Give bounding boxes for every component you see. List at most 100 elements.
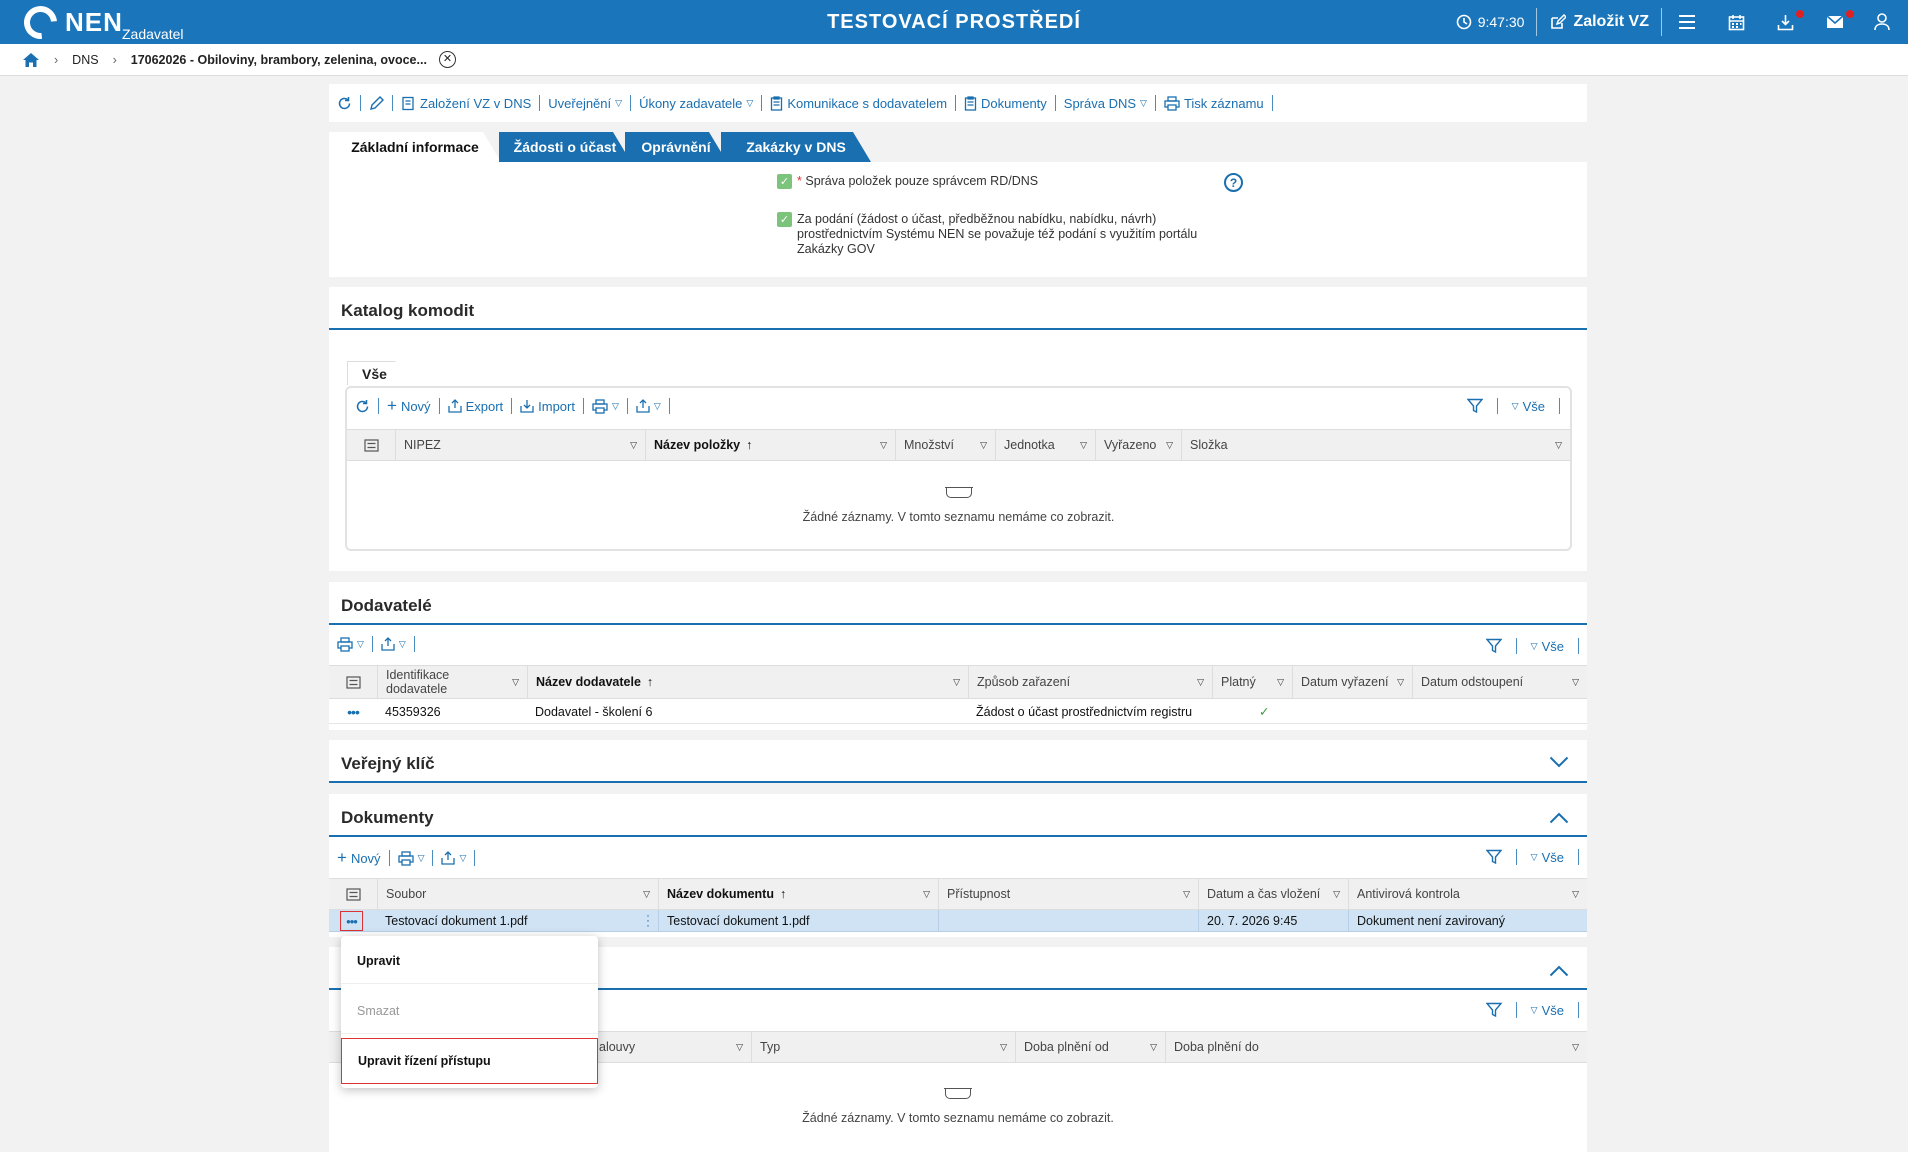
view-select[interactable]: ▽ Vše bbox=[1531, 850, 1564, 865]
column-settings[interactable] bbox=[329, 666, 377, 698]
breadcrumb-current[interactable]: 17062026 - Obiloviny, brambory, zelenina… bbox=[131, 53, 427, 67]
export-button[interactable]: Export bbox=[447, 399, 503, 414]
checkbox-gov-portal[interactable]: ✓ bbox=[777, 212, 792, 227]
chevron-up-icon[interactable] bbox=[1549, 812, 1569, 824]
help-icon[interactable]: ? bbox=[1224, 173, 1243, 192]
filter-icon[interactable] bbox=[1485, 1002, 1502, 1018]
column-header[interactable]: Doba plnění od ▽ bbox=[1015, 1032, 1165, 1062]
chevron-up-icon[interactable] bbox=[1549, 965, 1569, 977]
filter-caret-icon[interactable]: ▽ bbox=[1166, 440, 1173, 451]
tab-contracts-in-dns[interactable]: Zakázky v DNS bbox=[721, 132, 871, 162]
refresh-button[interactable] bbox=[337, 96, 352, 111]
filter-caret-icon[interactable]: ▽ bbox=[1277, 677, 1284, 688]
column-header[interactable]: NIPEZ ▽ bbox=[395, 430, 645, 460]
column-header[interactable]: Název položky ↑ ▽ bbox=[645, 430, 895, 460]
filter-caret-icon[interactable]: ▽ bbox=[1150, 1042, 1157, 1053]
menu-item-edit-access-control[interactable]: Upravit řízení přístupu bbox=[341, 1038, 598, 1084]
column-header[interactable]: Datum a čas vložení ▽ bbox=[1198, 879, 1348, 909]
filter-caret-icon[interactable]: ▽ bbox=[1197, 677, 1204, 688]
refresh-button[interactable] bbox=[355, 399, 370, 414]
checkbox-admin-only[interactable]: ✓ bbox=[777, 174, 792, 189]
new-document-button[interactable]: + Nový bbox=[337, 848, 381, 868]
share-menu[interactable]: ▽ bbox=[381, 637, 406, 651]
close-icon[interactable]: ✕ bbox=[438, 51, 456, 68]
column-header[interactable]: Množství ▽ bbox=[895, 430, 995, 460]
filter-caret-icon[interactable]: ▽ bbox=[923, 889, 930, 900]
tab-basic-info[interactable]: Základní informace bbox=[329, 132, 501, 162]
chevron-down-icon[interactable] bbox=[1549, 756, 1569, 768]
column-header[interactable]: Datum vyřazení ▽ bbox=[1292, 666, 1412, 698]
view-select[interactable]: ▽ Vše bbox=[1531, 639, 1564, 654]
create-vz-button[interactable]: Založit VZ bbox=[1537, 0, 1661, 44]
table-row[interactable]: ••• 45359326 Dodavatel - školení 6 Žádos… bbox=[329, 699, 1587, 724]
import-button[interactable]: Import bbox=[520, 399, 575, 414]
create-vz-in-dns-button[interactable]: Založení VZ v DNS bbox=[401, 96, 531, 111]
user-button[interactable] bbox=[1860, 0, 1908, 44]
column-settings[interactable] bbox=[347, 430, 395, 460]
messages-button[interactable] bbox=[1810, 0, 1860, 44]
downloads-button[interactable] bbox=[1761, 0, 1810, 44]
edit-button[interactable] bbox=[369, 95, 384, 111]
public-key-section[interactable]: Veřejný klíč bbox=[329, 740, 1587, 783]
filter-caret-icon[interactable]: ▽ bbox=[1333, 889, 1340, 900]
filter-caret-icon[interactable]: ▽ bbox=[980, 440, 987, 451]
filter-caret-icon[interactable]: ▽ bbox=[1572, 889, 1579, 900]
publication-menu[interactable]: Uveřejnění ▽ bbox=[548, 96, 622, 111]
menu-item-edit[interactable]: Upravit bbox=[341, 938, 598, 984]
column-header[interactable]: Vyřazeno ▽ bbox=[1095, 430, 1181, 460]
tab-participation-requests[interactable]: Žádosti o účast bbox=[499, 132, 631, 162]
filter-caret-icon[interactable]: ▽ bbox=[953, 677, 960, 688]
home-icon[interactable] bbox=[22, 52, 40, 68]
filter-caret-icon[interactable]: ▽ bbox=[512, 675, 519, 689]
view-select[interactable]: ▽ Vše bbox=[1512, 399, 1545, 414]
new-item-button[interactable]: + Nový bbox=[387, 396, 431, 416]
print-menu[interactable]: ▽ bbox=[337, 636, 364, 652]
column-header[interactable]: Doba plnění do ▽ bbox=[1165, 1032, 1587, 1062]
print-menu[interactable]: ▽ bbox=[592, 398, 619, 414]
print-menu[interactable]: ▽ bbox=[397, 850, 424, 866]
supplier-communication-button[interactable]: Komunikace s dodavatelem bbox=[770, 96, 947, 111]
column-header[interactable]: Typ ▽ bbox=[751, 1032, 1015, 1062]
column-settings[interactable] bbox=[329, 879, 377, 909]
column-header[interactable]: Přístupnost ▽ bbox=[938, 879, 1198, 909]
column-header[interactable]: Identifikace dodavatele ▽ bbox=[377, 666, 527, 698]
filter-caret-icon[interactable]: ▽ bbox=[1397, 677, 1404, 688]
filter-caret-icon[interactable]: ▽ bbox=[1000, 1042, 1007, 1053]
filter-caret-icon[interactable]: ▽ bbox=[736, 1042, 743, 1053]
row-actions-icon[interactable]: ••• bbox=[340, 911, 363, 931]
filter-icon[interactable] bbox=[1466, 398, 1483, 414]
kebab-icon[interactable]: · · · bbox=[646, 909, 650, 931]
view-select[interactable]: ▽ Vše bbox=[1531, 1003, 1564, 1018]
filter-caret-icon[interactable]: ▽ bbox=[643, 889, 650, 900]
menu-button[interactable] bbox=[1662, 0, 1712, 44]
filter-icon[interactable] bbox=[1485, 849, 1502, 865]
column-header[interactable]: Název dodavatele ↑ ▽ bbox=[527, 666, 968, 698]
dns-management-menu[interactable]: Správa DNS ▽ bbox=[1064, 96, 1147, 111]
breadcrumb-dns[interactable]: DNS bbox=[72, 53, 98, 67]
filter-caret-icon[interactable]: ▽ bbox=[1572, 1042, 1579, 1053]
tab-permissions[interactable]: Oprávnění bbox=[625, 132, 727, 162]
filter-caret-icon[interactable]: ▽ bbox=[1183, 889, 1190, 900]
filter-caret-icon[interactable]: ▽ bbox=[1080, 440, 1087, 451]
document-file[interactable]: Testovací dokument 1.pdf bbox=[377, 910, 527, 932]
share-menu[interactable]: ▽ bbox=[441, 851, 466, 865]
column-header[interactable]: Název dokumentu ↑ ▽ bbox=[658, 879, 938, 909]
filter-caret-icon[interactable]: ▽ bbox=[1555, 440, 1562, 451]
column-header[interactable]: Antivirová kontrola ▽ bbox=[1348, 879, 1587, 909]
filter-caret-icon[interactable]: ▽ bbox=[880, 440, 887, 451]
filter-icon[interactable] bbox=[1485, 638, 1502, 654]
column-header[interactable]: alouvy ▽ bbox=[591, 1032, 751, 1062]
calendar-button[interactable] bbox=[1712, 0, 1761, 44]
filter-caret-icon[interactable]: ▽ bbox=[1572, 677, 1579, 688]
column-header[interactable]: Složka ▽ bbox=[1181, 430, 1570, 460]
print-record-button[interactable]: Tisk záznamu bbox=[1164, 96, 1264, 111]
column-header[interactable]: Způsob zařazení ▽ bbox=[968, 666, 1212, 698]
column-header[interactable]: Platný ▽ bbox=[1212, 666, 1292, 698]
share-menu[interactable]: ▽ bbox=[636, 399, 661, 413]
documents-button[interactable]: Dokumenty bbox=[964, 96, 1047, 111]
subtab-all[interactable]: Vše bbox=[347, 361, 411, 385]
column-header[interactable]: Jednotka ▽ bbox=[995, 430, 1095, 460]
filter-caret-icon[interactable]: ▽ bbox=[630, 440, 637, 451]
column-header[interactable]: Soubor ▽ bbox=[377, 879, 658, 909]
row-actions-icon[interactable]: ••• bbox=[329, 699, 377, 724]
